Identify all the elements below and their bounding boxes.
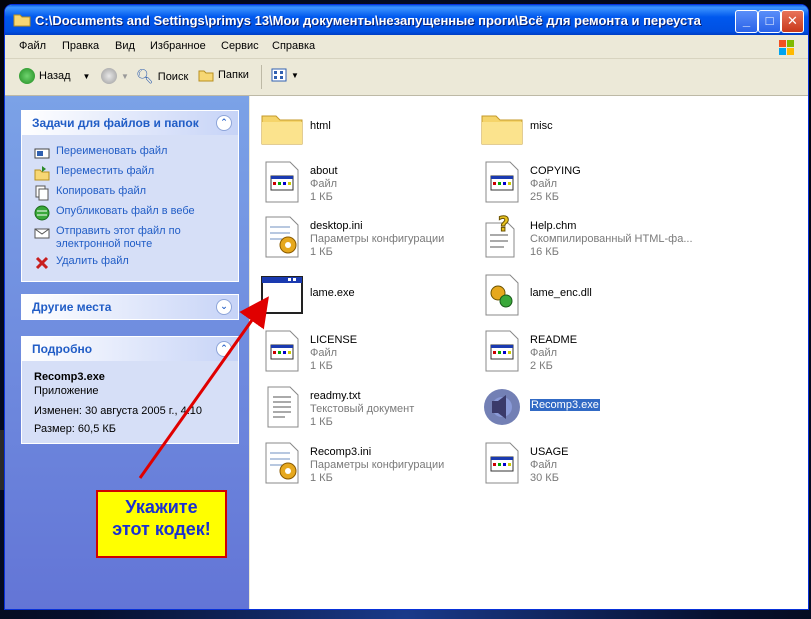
title-bar[interactable]: C:\Documents and Settings\primys 13\Мои …: [5, 5, 808, 35]
menu-tools[interactable]: Сервис: [221, 40, 259, 52]
folder-icon: [261, 115, 303, 145]
task-move[interactable]: Переместить файл: [34, 165, 154, 181]
details-modified: Изменен: 30 августа 2005 г., 4:10: [34, 405, 203, 417]
file-item-lame-enc-dll[interactable]: lame_enc.dll: [478, 271, 708, 319]
collapse-chevron-icon[interactable]: ⌃: [216, 115, 232, 131]
file-item-license[interactable]: LICENSE Файл 1 КБ: [258, 327, 488, 375]
executable-icon: [261, 276, 303, 314]
minimize-button[interactable]: _: [735, 10, 758, 33]
menu-edit[interactable]: Правка: [62, 40, 99, 52]
file-item-html[interactable]: html: [258, 104, 488, 152]
svg-text:?: ?: [498, 213, 510, 236]
config-file-icon: [265, 442, 299, 484]
generic-file-icon: [265, 161, 299, 203]
search-icon: 🔍︎: [136, 68, 154, 84]
maximize-button[interactable]: □: [758, 10, 781, 33]
callout-line-1: Укажите: [125, 497, 198, 517]
details-file-type: Приложение: [34, 385, 99, 397]
task-publish-web[interactable]: Опубликовать файл в вебе: [34, 205, 195, 221]
selected-file-label: Recomp3.exe: [529, 398, 601, 412]
dll-file-icon: [485, 274, 519, 316]
menu-bar: Файл Правка Вид Избранное Сервис Справка: [5, 36, 808, 59]
file-item-readmy-txt[interactable]: readmy.txt Текстовый документ 1 КБ: [258, 383, 488, 431]
toolbar: Назад ▼ ▼ 🔍︎ Поиск Папки ▼: [5, 59, 808, 96]
folder-icon: [481, 115, 523, 145]
views-button[interactable]: ▼: [271, 68, 299, 82]
details-file-name: Recomp3.exe: [34, 371, 105, 383]
chevron-down-icon: ▼: [82, 71, 91, 81]
menu-file[interactable]: Файл: [19, 40, 46, 52]
file-list-view: html misc about Файл 1 КБ COPYING Файл 2…: [250, 96, 808, 609]
globe-icon: [34, 205, 50, 221]
other-places-panel: Другие места ⌄: [21, 294, 239, 320]
forward-arrow-icon: [101, 68, 117, 84]
task-rename[interactable]: Переименовать файл: [34, 145, 167, 161]
folder-icon: [13, 14, 31, 27]
file-item-desktop-ini[interactable]: desktop.ini Параметры конфигурации 1 КБ: [258, 213, 488, 261]
generic-file-icon: [485, 442, 519, 484]
back-arrow-icon: [19, 68, 35, 84]
window-title: C:\Documents and Settings\primys 13\Мои …: [35, 13, 701, 28]
chevron-down-icon: ▼: [291, 70, 299, 80]
text-file-icon: [267, 386, 299, 428]
back-button[interactable]: Назад ▼: [19, 68, 90, 84]
move-icon: [34, 166, 50, 181]
callout-line-2: этот кодек!: [112, 519, 211, 539]
other-places-header[interactable]: Другие места ⌄: [22, 295, 238, 319]
folders-button[interactable]: Папки: [198, 68, 249, 82]
file-item-lame-exe[interactable]: lame.exe: [258, 271, 488, 319]
forward-button[interactable]: ▼: [101, 68, 129, 84]
copy-icon: [35, 185, 49, 201]
email-icon: [34, 228, 50, 239]
windows-logo-icon: [779, 40, 794, 55]
details-size: Размер: 60,5 КБ: [34, 423, 117, 435]
file-item-usage[interactable]: USAGE Файл 30 КБ: [478, 439, 708, 487]
menu-view[interactable]: Вид: [115, 40, 135, 52]
file-tasks-panel: Задачи для файлов и папок ⌃ Переименоват…: [21, 110, 239, 282]
close-button[interactable]: ✕: [781, 10, 804, 33]
file-item-recomp3-exe[interactable]: Recomp3.exe: [478, 383, 708, 431]
file-item-misc[interactable]: misc: [478, 104, 708, 152]
delete-icon: [35, 256, 49, 270]
chevron-down-icon: ▼: [121, 71, 129, 81]
folder-icon: [198, 70, 214, 82]
generic-file-icon: [485, 161, 519, 203]
generic-file-icon: [485, 330, 519, 372]
expand-chevron-icon[interactable]: ⌄: [216, 299, 232, 315]
annotation-callout: Укажите этот кодек!: [96, 490, 227, 558]
file-item-help-chm[interactable]: ? Help.chm Скомпилированный HTML-фа... 1…: [478, 213, 708, 261]
file-item-copying[interactable]: COPYING Файл 25 КБ: [478, 158, 708, 206]
task-email[interactable]: Отправить этот файл по электронной почте: [34, 225, 181, 251]
views-icon: [271, 68, 287, 82]
task-delete[interactable]: Удалить файл: [34, 255, 129, 271]
menu-favorites[interactable]: Избранное: [150, 40, 206, 52]
file-item-recomp3-ini[interactable]: Recomp3.ini Параметры конфигурации 1 КБ: [258, 439, 488, 487]
file-item-readme[interactable]: README Файл 2 КБ: [478, 327, 708, 375]
config-file-icon: [265, 216, 299, 258]
menu-help[interactable]: Справка: [272, 40, 315, 52]
toolbar-divider: [261, 65, 262, 89]
search-button[interactable]: 🔍︎ Поиск: [136, 68, 188, 85]
file-tasks-header[interactable]: Задачи для файлов и папок ⌃: [22, 111, 238, 135]
details-panel: Подробно ⌃ Recomp3.exe Приложение Измене…: [21, 336, 239, 444]
rename-icon: [34, 148, 50, 159]
generic-file-icon: [265, 330, 299, 372]
speaker-app-icon: [484, 389, 520, 425]
help-file-icon: ?: [485, 213, 515, 258]
details-header[interactable]: Подробно ⌃: [22, 337, 238, 361]
task-copy[interactable]: Копировать файл: [34, 185, 146, 201]
collapse-chevron-icon[interactable]: ⌃: [216, 341, 232, 357]
file-item-about[interactable]: about Файл 1 КБ: [258, 158, 488, 206]
